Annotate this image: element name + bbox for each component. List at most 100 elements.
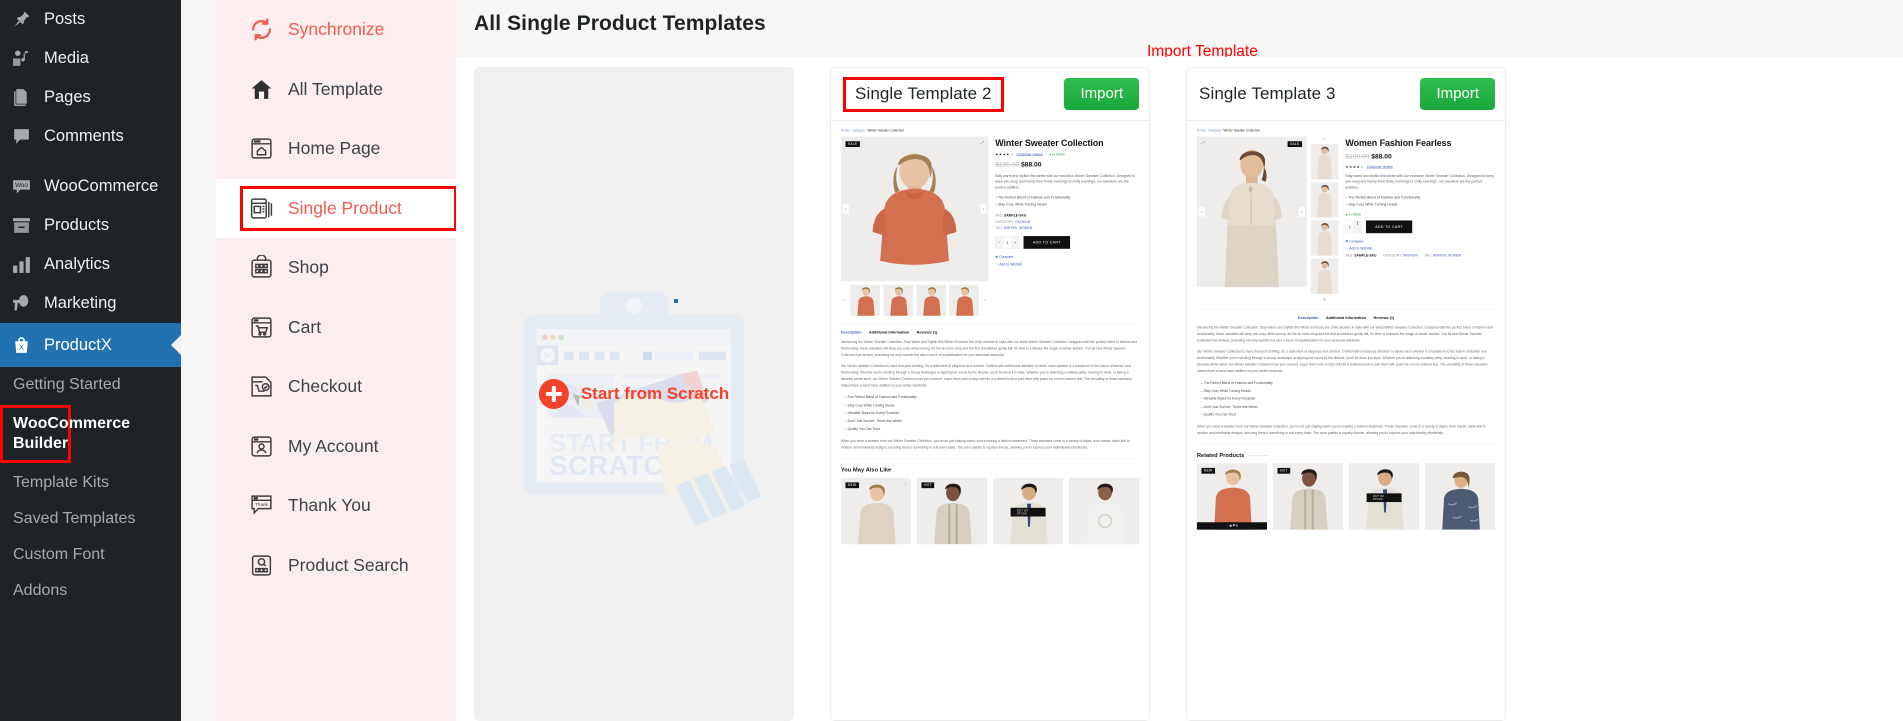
builder-nav-home-page[interactable]: Home Page xyxy=(216,119,456,179)
start-from-scratch-label-group[interactable]: Start from Scratch xyxy=(538,379,730,409)
thumbnail[interactable] xyxy=(1310,182,1339,218)
bullet: – Don't Just Survive, Thrive this Winter xyxy=(1200,405,1258,409)
builder-nav-label: Single Product xyxy=(288,197,402,218)
checkout-icon xyxy=(249,374,274,399)
add-to-cart-button[interactable]: ADD TO CART xyxy=(1365,220,1413,234)
builder-nav-synchronize[interactable]: Synchronize xyxy=(216,0,456,60)
tab-reviews[interactable]: Reviews (1) xyxy=(1374,316,1395,320)
builder-nav-single-product[interactable]: Single Product xyxy=(216,178,457,238)
sidebar-subitem-getting-started[interactable]: Getting Started xyxy=(0,367,181,403)
preview-meta: SKU: SAMPLE-SKU CATEGORY: FASHION TAG: W… xyxy=(1345,252,1495,258)
builder-nav-cart[interactable]: Cart xyxy=(216,298,456,358)
sidebar-item-products[interactable]: Products xyxy=(0,206,181,245)
template-card-single-template-3[interactable]: Single Template 3 Import Home / Category… xyxy=(1186,67,1506,721)
breadcrumb-item: Home xyxy=(1196,129,1206,133)
preview-long-paragraph-1: Introducing the Winter Sweater Collectio… xyxy=(840,340,1137,357)
compare-link[interactable]: ⇄ Compare xyxy=(1345,238,1495,245)
tab-additional-information[interactable]: Additional Information xyxy=(869,330,909,334)
tab-reviews[interactable]: Reviews (1) xyxy=(917,330,938,334)
wishlist-icon[interactable]: ♡ xyxy=(903,482,906,487)
thumbnail[interactable] xyxy=(850,284,880,316)
builder-nav-thank-you[interactable]: Thank Thank You xyxy=(216,476,456,536)
quantity-stepper[interactable]: − 1 + xyxy=(995,236,1020,249)
sidebar-subitem-saved-templates[interactable]: Saved Templates xyxy=(0,501,181,537)
thumbs-up-icon[interactable]: ^ xyxy=(1310,136,1339,142)
thumbs-down-icon[interactable]: v xyxy=(1310,296,1339,302)
tag-value[interactable]: WINTER, WOMEN xyxy=(1433,254,1461,257)
gallery-next-icon[interactable]: › xyxy=(980,203,987,214)
builder-nav-my-account[interactable]: My Account xyxy=(216,417,456,477)
sidebar-subitem-custom-font[interactable]: Custom Font xyxy=(0,537,181,573)
sidebar-item-media[interactable]: Media xyxy=(0,39,181,78)
thumbs-prev-icon[interactable]: ‹ xyxy=(840,295,847,306)
builder-nav-product-search[interactable]: Product Search xyxy=(216,536,456,596)
tag-value[interactable]: WINTER, WOMEN xyxy=(1004,227,1032,230)
add-to-cart-button[interactable]: ADD TO CART xyxy=(1023,236,1070,249)
related-product-card[interactable]: OUT OF STOCK xyxy=(1348,463,1420,530)
import-button[interactable]: Import xyxy=(1420,78,1495,110)
gallery-prev-icon[interactable]: ‹ xyxy=(1198,206,1205,217)
qty-minus[interactable]: − xyxy=(995,236,1004,249)
thumbnail[interactable] xyxy=(949,284,979,316)
related-product-card[interactable]: NEW ♡ ◉ ⇄ ⧉ xyxy=(1196,463,1268,530)
related-product-card[interactable]: HOT xyxy=(916,477,988,545)
import-button[interactable]: Import xyxy=(1064,78,1139,110)
sidebar-item-marketing[interactable]: Marketing xyxy=(0,284,181,323)
related-product-card[interactable] xyxy=(1068,477,1140,545)
compare-link[interactable]: ⇄ Compare xyxy=(995,253,1139,260)
qty-arrows[interactable]: ▲ ▼ xyxy=(1353,221,1362,233)
sidebar-item-woocommerce[interactable]: Woo WooCommerce xyxy=(0,167,181,206)
stock-status: ● In Stock xyxy=(1049,152,1065,157)
preview-related-heading: Related Products xyxy=(1196,451,1245,459)
category-value[interactable]: FASHION xyxy=(1403,254,1418,257)
gallery-next-icon[interactable]: › xyxy=(1298,206,1305,217)
sidebar-item-pages[interactable]: Pages xyxy=(0,78,181,117)
tab-additional-information[interactable]: Additional Information xyxy=(1326,316,1366,320)
preview-related-grid: NEW ♡ HOT OUT OF STOCK xyxy=(840,477,1140,545)
sidebar-item-posts[interactable]: Posts xyxy=(0,0,181,39)
start-from-scratch-card[interactable]: W START FROM SCRATCH Start from Scratch xyxy=(474,67,794,721)
sidebar-item-productx[interactable]: X ProductX xyxy=(0,323,181,367)
start-from-scratch-label: Start from Scratch xyxy=(580,384,730,403)
thumbs-next-icon[interactable]: › xyxy=(982,295,989,306)
tab-description[interactable]: Description xyxy=(1298,316,1319,320)
preview-description: Stay warm and stylish this winter with o… xyxy=(1345,173,1494,190)
tag-label: TAG: xyxy=(995,226,1003,231)
breadcrumb-item: Winter Sweater Collection xyxy=(1223,129,1261,133)
tab-description[interactable]: Description xyxy=(841,330,862,334)
qty-plus[interactable]: + xyxy=(1011,236,1020,249)
preview-stock-row: ● In Stock xyxy=(1345,212,1495,216)
thumbnail[interactable] xyxy=(1310,220,1339,256)
product-hover-actions[interactable]: ♡ ◉ ⇄ ⧉ xyxy=(1196,522,1268,530)
sidebar-subitem-template-kits[interactable]: Template Kits xyxy=(0,465,181,501)
bullet-text: Versatile Styles for Every Occasion xyxy=(1203,397,1256,401)
review-link[interactable]: Customer review xyxy=(1017,152,1043,156)
builder-nav-shop[interactable]: Shop xyxy=(216,238,456,298)
preview-main-image: SALE ⤢ ‹ › xyxy=(840,136,989,282)
bullet: – The Perfect Blend of Fashion and Funct… xyxy=(844,395,917,400)
related-product-card[interactable] xyxy=(1424,463,1496,530)
template-card-single-template-2[interactable]: Single Template 2 Import Home / Category… xyxy=(830,67,1150,721)
category-value[interactable]: FASHION xyxy=(1016,220,1031,223)
gallery-prev-icon[interactable]: ‹ xyxy=(842,203,849,214)
related-product-card[interactable]: NEW ♡ xyxy=(840,477,912,545)
divider: | xyxy=(1045,152,1047,157)
thumbnail[interactable] xyxy=(916,284,946,316)
review-link[interactable]: Customer review xyxy=(1367,165,1393,169)
related-product-card[interactable]: HOT xyxy=(1272,463,1344,530)
thumbnail[interactable] xyxy=(883,284,913,316)
quantity-stepper[interactable]: 1 ▲ ▼ xyxy=(1345,220,1362,234)
sidebar-subitem-addons[interactable]: Addons xyxy=(0,573,181,609)
wishlist-link[interactable]: ♡ Add to Wishlist xyxy=(1345,245,1495,252)
builder-nav-all-template[interactable]: All Template xyxy=(216,60,456,120)
sidebar-item-comments[interactable]: Comments xyxy=(0,117,181,156)
related-product-card[interactable]: OUT OF STOCK xyxy=(992,477,1064,545)
builder-nav-checkout[interactable]: Checkout xyxy=(216,357,456,417)
thumbnail[interactable] xyxy=(1310,258,1339,294)
sidebar-subitem-woocommerce-builder[interactable]: WooCommerce Builder xyxy=(0,405,130,463)
wishlist-link[interactable]: ♡ Add to Wishlist xyxy=(995,261,1139,268)
preview-related-heading-group: Related Products xyxy=(1197,452,1495,459)
sidebar-item-label: Marketing xyxy=(44,294,117,313)
sidebar-item-analytics[interactable]: Analytics xyxy=(0,245,181,284)
thumbnail[interactable] xyxy=(1310,144,1339,180)
